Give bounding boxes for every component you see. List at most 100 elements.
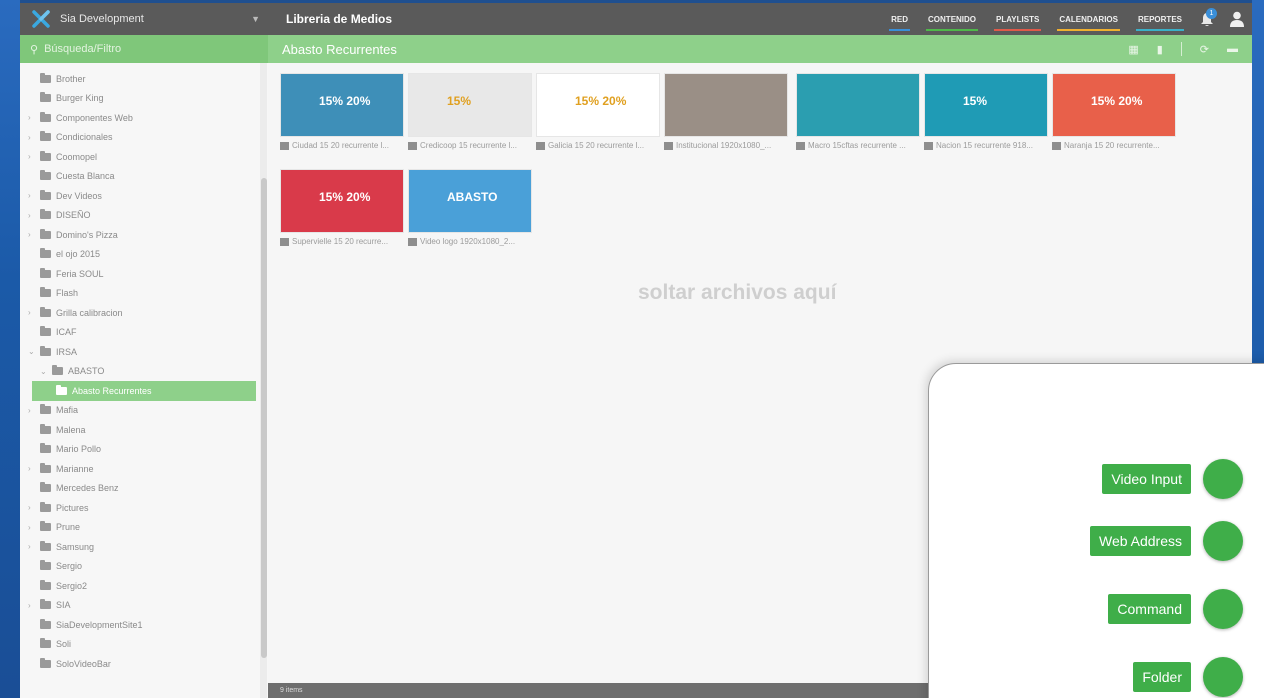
- media-thumbnail[interactable]: 15% 20% Naranja 15 20 recurrente...: [1052, 73, 1176, 150]
- chevron-right-icon[interactable]: ›: [28, 601, 40, 610]
- tree-item[interactable]: Soli: [20, 635, 268, 655]
- tree-item[interactable]: › Coomopel: [20, 147, 268, 167]
- web-address-button[interactable]: [1203, 521, 1243, 561]
- media-thumbnail[interactable]: 15% Nacion 15 recurrente 918...: [924, 73, 1048, 150]
- media-thumbnail[interactable]: Macro 15cftas recurrente ...: [796, 73, 920, 150]
- tree-item-label: SIA: [56, 600, 71, 611]
- tree-item[interactable]: Malena: [20, 420, 268, 440]
- media-thumbnail[interactable]: ABASTO Video logo 1920x1080_2...: [408, 169, 532, 246]
- media-thumbnail[interactable]: 15% 20% Ciudad 15 20 recurrente l...: [280, 73, 404, 150]
- workspace-selector[interactable]: Sia Development ▼: [20, 3, 268, 35]
- fab-row-web-address[interactable]: Web Address: [1089, 521, 1243, 561]
- tree-item[interactable]: Abasto Recurrentes: [32, 381, 256, 401]
- fab-row-folder[interactable]: Folder: [1133, 657, 1243, 697]
- media-thumbnail[interactable]: 15% 20% Supervielle 15 20 recurre...: [280, 169, 404, 246]
- folder-icon: [40, 326, 51, 337]
- thumbnail-caption: Galicia 15 20 recurrente l...: [536, 141, 660, 150]
- folder-icon: [56, 384, 67, 395]
- tree-item[interactable]: › Marianne: [20, 459, 268, 479]
- chevron-right-icon[interactable]: ›: [28, 406, 40, 415]
- tree-item[interactable]: › Pictures: [20, 498, 268, 518]
- tree-item[interactable]: SiaDevelopmentSite1: [20, 615, 268, 635]
- tree-item[interactable]: › SIA: [20, 596, 268, 616]
- tree-item-label: Abasto Recurrentes: [72, 385, 152, 396]
- folder-icon: [40, 462, 51, 473]
- tree-item[interactable]: › Grilla calibracion: [20, 303, 268, 323]
- delete-icon[interactable]: ▮: [1157, 43, 1163, 56]
- promo-graphic: 15%: [963, 94, 988, 108]
- tree-item[interactable]: Mario Pollo: [20, 440, 268, 460]
- tree-item[interactable]: ⌄ ABASTO: [20, 362, 268, 382]
- tree-item[interactable]: ICAF: [20, 323, 268, 343]
- chevron-down-icon[interactable]: ⌄: [40, 367, 52, 376]
- chevron-down-icon[interactable]: ⌄: [28, 347, 40, 356]
- tree-item[interactable]: › Mafia: [20, 401, 268, 421]
- chevron-right-icon[interactable]: ›: [28, 308, 40, 317]
- tree-item[interactable]: › Componentes Web: [20, 108, 268, 128]
- command-label[interactable]: Command: [1108, 594, 1191, 624]
- tree-item[interactable]: SoloVideoBar: [20, 654, 268, 674]
- tree-item[interactable]: › DISEÑO: [20, 206, 268, 226]
- tree-item[interactable]: Flash: [20, 284, 268, 304]
- tree-item[interactable]: Sergio: [20, 557, 268, 577]
- media-thumbnail[interactable]: 15% 20% Galicia 15 20 recurrente l...: [536, 73, 660, 150]
- caption-text: Galicia 15 20 recurrente l...: [548, 141, 645, 150]
- info-icon[interactable]: ▬: [1227, 43, 1238, 55]
- tree-item[interactable]: Cuesta Blanca: [20, 167, 268, 187]
- notifications-button[interactable]: 1: [1192, 3, 1222, 35]
- refresh-icon[interactable]: ⟳: [1200, 43, 1209, 56]
- chevron-right-icon[interactable]: ›: [28, 230, 40, 239]
- nav-reportes[interactable]: REPORTES: [1128, 3, 1192, 35]
- web-address-label[interactable]: Web Address: [1089, 526, 1191, 556]
- folder-button[interactable]: [1203, 657, 1243, 697]
- desktop-background-left: [0, 0, 20, 698]
- tree-item[interactable]: Sergio2: [20, 576, 268, 596]
- chevron-right-icon[interactable]: ›: [28, 523, 40, 532]
- nav-label: CONTENIDO: [928, 14, 977, 24]
- nav-red[interactable]: RED: [881, 3, 918, 35]
- chevron-right-icon[interactable]: ›: [28, 211, 40, 220]
- chevron-right-icon[interactable]: ›: [28, 542, 40, 551]
- nav-underline: [1135, 29, 1184, 31]
- nav-label: CALENDARIOS: [1059, 14, 1118, 24]
- video-input-button[interactable]: [1203, 459, 1243, 499]
- tree-item-label: Grilla calibracion: [56, 307, 123, 318]
- fab-row-video-input[interactable]: Video Input: [1102, 459, 1243, 499]
- chevron-right-icon[interactable]: ›: [28, 113, 40, 122]
- chevron-right-icon[interactable]: ›: [28, 503, 40, 512]
- tree-item[interactable]: Feria SOUL: [20, 264, 268, 284]
- tree-item[interactable]: › Domino's Pizza: [20, 225, 268, 245]
- search-input[interactable]: [44, 43, 245, 55]
- tree-item[interactable]: el ojo 2015: [20, 245, 268, 265]
- folder-icon: [40, 170, 51, 181]
- media-thumbnail[interactable]: 15% Credicoop 15 recurrente l...: [408, 73, 532, 150]
- nav-contenido[interactable]: CONTENIDO: [918, 3, 986, 35]
- tree-item[interactable]: › Samsung: [20, 537, 268, 557]
- chevron-right-icon[interactable]: ›: [28, 133, 40, 142]
- user-menu-button[interactable]: [1222, 3, 1252, 35]
- tree-item[interactable]: › Prune: [20, 518, 268, 538]
- chevron-right-icon[interactable]: ›: [28, 152, 40, 161]
- tree-item-label: Cuesta Blanca: [56, 171, 115, 182]
- tree-item[interactable]: › Condicionales: [20, 128, 268, 148]
- fab-row-command[interactable]: Command: [1108, 589, 1243, 629]
- nav-calendarios[interactable]: CALENDARIOS: [1049, 3, 1128, 35]
- tree-item-label: ABASTO: [68, 366, 105, 377]
- tree-item[interactable]: Mercedes Benz: [20, 479, 268, 499]
- nav-playlists[interactable]: PLAYLISTS: [986, 3, 1049, 35]
- chevron-right-icon[interactable]: ›: [28, 191, 40, 200]
- command-button[interactable]: [1203, 589, 1243, 629]
- tree-item[interactable]: Brother: [20, 69, 268, 89]
- video-input-label[interactable]: Video Input: [1102, 464, 1191, 494]
- folder-label[interactable]: Folder: [1133, 662, 1191, 692]
- tree-item[interactable]: ⌄ IRSA: [20, 342, 268, 362]
- chevron-right-icon[interactable]: ›: [28, 464, 40, 473]
- grid-view-icon[interactable]: ▦: [1128, 43, 1138, 56]
- tree-item[interactable]: Burger King: [20, 89, 268, 109]
- drop-zone-text: soltar archivos aquí: [638, 281, 837, 304]
- sidebar-scrollbar-thumb[interactable]: [261, 178, 267, 658]
- media-thumbnail[interactable]: Institucional 1920x1080_...: [664, 73, 788, 150]
- nav-underline: [926, 29, 979, 31]
- folder-icon: [40, 657, 51, 668]
- tree-item[interactable]: › Dev Videos: [20, 186, 268, 206]
